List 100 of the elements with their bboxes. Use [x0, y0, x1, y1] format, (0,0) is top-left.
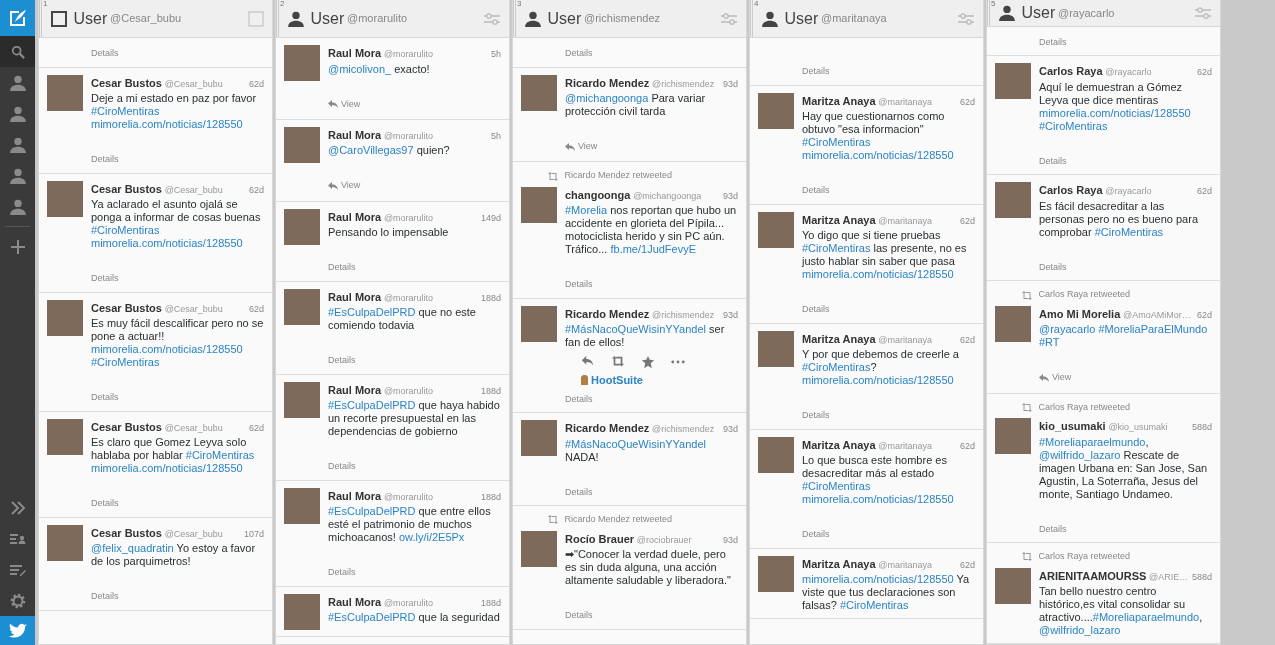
avatar-photo[interactable] — [284, 126, 320, 163]
compose-icon[interactable] — [0, 0, 35, 36]
details-link[interactable]: Details — [565, 392, 593, 406]
tweet-link[interactable]: #CiroMentiras — [91, 224, 160, 236]
avatar-photo[interactable] — [758, 555, 794, 592]
bird-icon[interactable] — [0, 616, 35, 645]
details-link[interactable]: Details — [328, 566, 356, 580]
details-link[interactable]: Details — [1039, 154, 1067, 169]
author-name[interactable]: Cesar Bustos — [91, 418, 162, 435]
author-name[interactable]: Raul Mora — [328, 45, 382, 62]
details-link[interactable]: Details — [565, 609, 593, 623]
avatar-photo[interactable] — [47, 180, 83, 217]
details-link[interactable]: Details — [802, 303, 830, 317]
tweet-link[interactable]: mimorelia.com/noticias/128550 — [91, 118, 243, 130]
author-name[interactable]: Maritza Anaya — [802, 330, 876, 347]
author-name[interactable]: Maritza Anaya — [802, 555, 876, 572]
tweet-link[interactable]: @wilfrido_lazaro — [1039, 624, 1121, 636]
author-name[interactable]: Carlos Raya — [1039, 182, 1103, 199]
details-link[interactable]: Details — [565, 47, 593, 61]
avatar-photo[interactable] — [995, 63, 1031, 100]
avatar-photo[interactable] — [521, 186, 557, 223]
tweet-link[interactable]: #CiroMentiras — [91, 356, 160, 368]
tweet-link[interactable]: ow.ly/i/2E5Px — [398, 531, 465, 543]
avatar-photo[interactable] — [284, 208, 320, 245]
tweet-link[interactable]: #CiroMentiras — [802, 242, 871, 254]
tweet-link[interactable]: fb.me/1JudFevyE — [610, 243, 697, 256]
details-link[interactable]: Details — [91, 153, 119, 167]
tweet-link[interactable]: @CaroVillegas97 — [328, 144, 414, 157]
avatar-photo[interactable] — [758, 436, 794, 473]
search-icon[interactable] — [0, 36, 35, 67]
source-link[interactable]: HootSuite — [591, 372, 643, 389]
avatar-photo[interactable] — [284, 487, 320, 524]
details-link[interactable]: Details — [802, 528, 830, 542]
avatar-photo[interactable] — [521, 530, 557, 567]
tweet-link[interactable]: mimorelia.com/noticias/128550 — [802, 573, 954, 585]
author-name[interactable]: ARIENITAAMOURSS — [1039, 567, 1147, 584]
tweet-link[interactable]: @rayacarlo — [1039, 323, 1096, 336]
tweet-link[interactable]: #EsCulpaDelPRD — [328, 399, 416, 411]
author-name[interactable]: Cesar Bustos — [91, 299, 162, 316]
avatar-photo[interactable] — [284, 381, 320, 418]
author-name[interactable]: Raul Mora — [328, 208, 382, 225]
details-link[interactable]: Details — [328, 354, 356, 368]
avatar-photo[interactable] — [995, 305, 1031, 342]
author-name[interactable]: Amo Mi Morelia — [1039, 305, 1121, 323]
avatar-photo[interactable] — [284, 288, 320, 325]
tweet-link[interactable]: mimorelia.com/noticias/128550 — [802, 268, 954, 280]
details-link[interactable]: Details — [91, 497, 119, 511]
author-name[interactable]: kio_usumaki — [1039, 418, 1106, 435]
tweet-link[interactable]: #EsCulpaDelPRD — [328, 505, 416, 517]
tweet-link[interactable]: #RT — [1039, 336, 1060, 349]
tweet-link[interactable]: #CiroMentiras — [839, 599, 909, 611]
details-link[interactable]: Details — [328, 261, 356, 275]
details-link[interactable]: Details — [802, 65, 830, 79]
details-link[interactable]: Details — [1039, 522, 1067, 536]
tweet-link[interactable]: mimorelia.com/noticias/128550 — [802, 149, 954, 161]
author-name[interactable]: Raul Mora — [328, 487, 382, 504]
author-name[interactable]: Raul Mora — [328, 288, 382, 305]
author-name[interactable]: Cesar Bustos — [91, 524, 162, 541]
view-link[interactable]: View — [328, 97, 361, 111]
details-link[interactable]: Details — [802, 409, 830, 423]
avatar-photo[interactable] — [47, 418, 83, 455]
tweet-link[interactable]: mimorelia.com/noticias/128550 — [91, 343, 243, 355]
tweet-link[interactable]: @micolivon_ — [328, 62, 392, 75]
tweet-link[interactable]: #EsCulpaDelPRD — [328, 611, 416, 623]
details-link[interactable]: Details — [91, 590, 119, 604]
author-name[interactable]: Maritza Anaya — [802, 92, 876, 109]
avatar-photo[interactable] — [995, 182, 1031, 219]
tweet-link[interactable]: #CiroMentiras — [802, 136, 871, 148]
details-link[interactable]: Details — [91, 391, 119, 405]
tweet-link[interactable]: @michangoonga — [565, 92, 649, 104]
author-name[interactable]: Raul Mora — [328, 381, 382, 398]
star-icon[interactable] — [641, 355, 655, 370]
tweet-link[interactable]: mimorelia.com/noticias/128550 — [91, 462, 243, 474]
avatar-photo[interactable] — [758, 211, 794, 248]
avatar-photo[interactable] — [521, 305, 557, 342]
tweet-link[interactable]: mimorelia.com/noticias/128550 — [802, 493, 954, 505]
tweet-link[interactable]: #CiroMentiras — [1094, 225, 1164, 238]
author-name[interactable]: Rocío Brauer — [565, 530, 635, 547]
tweet-link[interactable]: #EsCulpaDelPRD — [328, 306, 416, 318]
author-name[interactable]: Cesar Bustos — [91, 74, 162, 91]
details-link[interactable]: Details — [802, 184, 830, 198]
tweet-link[interactable]: #Morelia — [565, 204, 608, 217]
author-name[interactable]: Maritza Anaya — [802, 436, 876, 453]
view-link[interactable]: View — [1039, 371, 1072, 385]
author-name[interactable]: Cesar Bustos — [91, 180, 162, 197]
details-link[interactable]: Details — [91, 47, 119, 61]
tweet-link[interactable]: #CiroMentiras — [91, 105, 160, 117]
avatar-photo[interactable] — [995, 567, 1031, 604]
tweet-link[interactable]: mimorelia.com/noticias/128550 — [802, 374, 954, 386]
author-name[interactable]: changoonga — [565, 186, 631, 204]
avatar-photo[interactable] — [47, 524, 83, 561]
details-link[interactable]: Details — [1039, 35, 1067, 50]
tweet-link[interactable]: #MoreliaParaElMundo — [1098, 323, 1208, 336]
tweet-link[interactable]: @felix_quadratin — [91, 542, 174, 554]
avatar-photo[interactable] — [521, 74, 557, 111]
details-link[interactable]: Details — [565, 278, 593, 292]
author-name[interactable]: Ricardo Mendez — [565, 420, 650, 437]
tweet-link[interactable]: #CiroMentiras — [802, 480, 871, 492]
tweet-link[interactable]: mimorelia.com/noticias/128550 — [1039, 106, 1191, 119]
author-name[interactable]: Carlos Raya — [1039, 63, 1103, 80]
